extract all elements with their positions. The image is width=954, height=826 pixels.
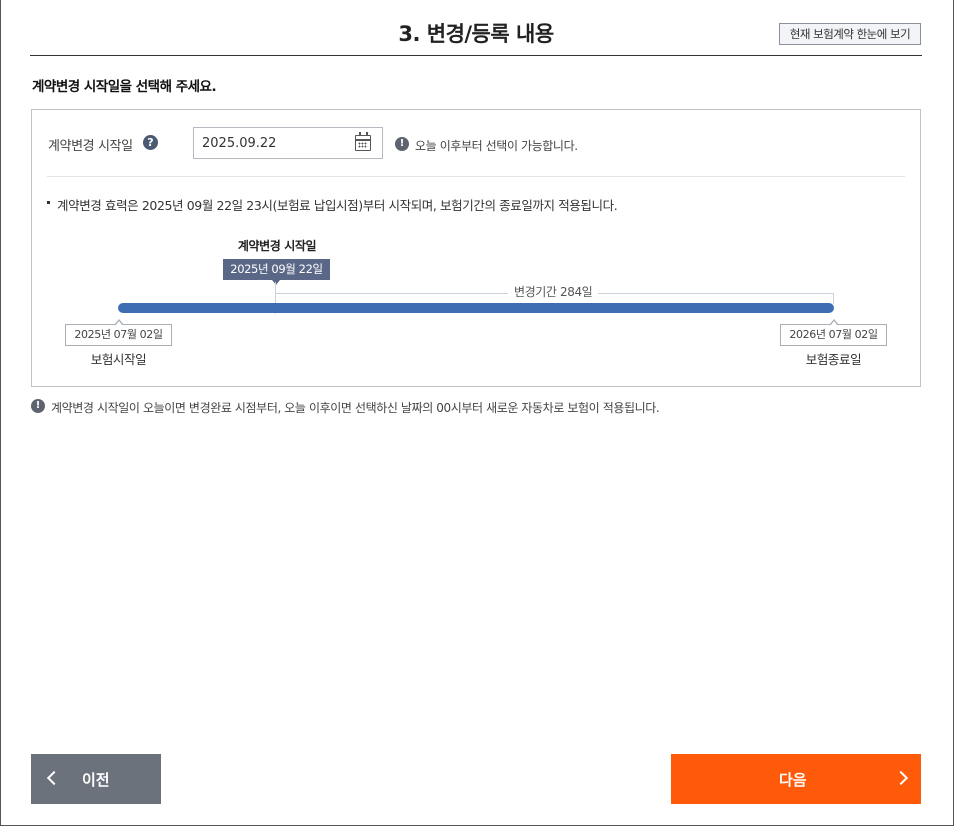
effect-description: 계약변경 효력은 2025년 09월 22일 23시(보험료 납입시점)부터 시… [57, 198, 618, 213]
footer-note: 계약변경 시작일이 오늘이면 변경완료 시점부터, 오늘 이후이면 선택하신 날… [51, 401, 660, 415]
coverage-start-label: 보험시작일 [90, 352, 147, 367]
period-bracket-end [833, 293, 834, 304]
contract-summary-button[interactable]: 현재 보험계약 한눈에 보기 [779, 23, 921, 45]
timeline-marker-date: 2025년 09월 22일 [223, 259, 330, 285]
bullet [47, 201, 50, 204]
start-date-label: 계약변경 시작일 [48, 139, 133, 154]
instruction-heading: 계약변경 시작일을 선택해 주세요. [32, 79, 217, 95]
help-icon[interactable]: ? [143, 135, 158, 150]
prev-button-label: 이전 [82, 771, 110, 789]
timeline-marker-title: 계약변경 시작일 [237, 239, 317, 253]
calendar-icon[interactable] [355, 135, 371, 151]
info-icon: ! [31, 399, 45, 413]
next-button-label: 다음 [779, 771, 807, 789]
date-notice: 오늘 이후부터 선택이 가능합니다. [415, 139, 578, 153]
change-period-label: 변경기간 284일 [508, 283, 599, 300]
info-icon: ! [395, 137, 409, 151]
date-selection-panel: 계약변경 시작일 ? ! 오늘 이후부터 선택이 가능합니다. 계약변경 효력은… [31, 109, 921, 387]
prev-button[interactable]: 이전 [31, 754, 161, 804]
title-divider [30, 55, 922, 56]
coverage-timeline-bar [118, 303, 834, 313]
chevron-left-icon [46, 770, 62, 786]
section-divider [47, 176, 905, 177]
coverage-end-date: 2026년 07월 02일 [780, 319, 887, 346]
chevron-right-icon [893, 770, 909, 786]
coverage-end-label: 보험종료일 [805, 352, 862, 367]
coverage-start-date: 2025년 07월 02일 [65, 319, 172, 346]
next-button[interactable]: 다음 [671, 754, 921, 804]
